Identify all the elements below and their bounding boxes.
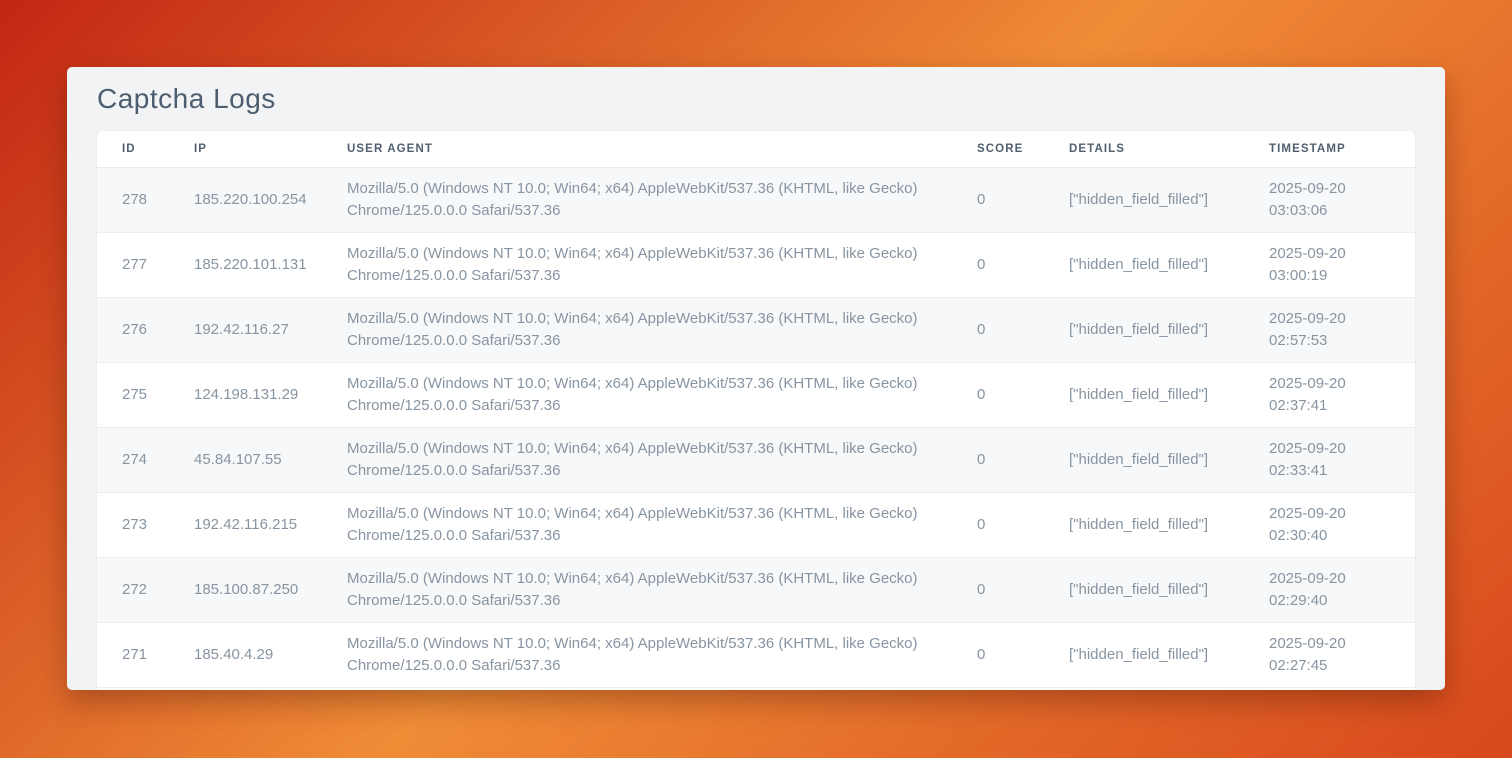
cell-timestamp: 2025-09-20 02:57:53 xyxy=(1244,297,1415,362)
cell-timestamp: 2025-09-20 02:30:40 xyxy=(1244,492,1415,557)
cell-user-agent: Mozilla/5.0 (Windows NT 10.0; Win64; x64… xyxy=(322,167,952,232)
cell-ip: 124.198.131.29 xyxy=(169,362,322,427)
cell-score: 0 xyxy=(952,557,1044,622)
cell-user-agent: Mozilla/5.0 (Windows NT 10.0; Win64; x64… xyxy=(322,362,952,427)
table-row: 273 192.42.116.215 Mozilla/5.0 (Windows … xyxy=(97,492,1415,557)
cell-id: 278 xyxy=(97,167,169,232)
page-background: { "colors": { "gradient_start": "#c22613… xyxy=(0,0,1512,758)
cell-ip: 45.84.107.55 xyxy=(169,427,322,492)
cell-ip: 185.100.87.250 xyxy=(169,557,322,622)
captcha-logs-card: Captcha Logs IDIPUSER AGENTSCOREDETAILST… xyxy=(67,67,1445,690)
table-row: 276 192.42.116.27 Mozilla/5.0 (Windows N… xyxy=(97,297,1415,362)
cell-user-agent: Mozilla/5.0 (Windows NT 10.0; Win64; x64… xyxy=(322,622,952,687)
table-row: 277 185.220.101.131 Mozilla/5.0 (Windows… xyxy=(97,232,1415,297)
cell-timestamp: 2025-09-20 02:33:41 xyxy=(1244,427,1415,492)
cell-score: 0 xyxy=(952,362,1044,427)
table-row: 274 45.84.107.55 Mozilla/5.0 (Windows NT… xyxy=(97,427,1415,492)
cell-details: ["hidden_field_filled"] xyxy=(1044,232,1244,297)
table-row: 278 185.220.100.254 Mozilla/5.0 (Windows… xyxy=(97,167,1415,232)
cell-timestamp: 2025-09-20 02:37:41 xyxy=(1244,362,1415,427)
cell-score: 0 xyxy=(952,492,1044,557)
cell-ip: 185.220.101.131 xyxy=(169,232,322,297)
cell-score: 0 xyxy=(952,167,1044,232)
column-header-id: ID xyxy=(97,131,169,167)
cell-ip: 192.42.116.27 xyxy=(169,297,322,362)
cell-details: ["hidden_field_filled"] xyxy=(1044,297,1244,362)
cell-id: 275 xyxy=(97,362,169,427)
cell-details: ["hidden_field_filled"] xyxy=(1044,492,1244,557)
cell-user-agent: Mozilla/5.0 (Windows NT 10.0; Win64; x64… xyxy=(322,557,952,622)
column-header-timestamp: TIMESTAMP xyxy=(1244,131,1415,167)
cell-timestamp: 2025-09-20 03:03:06 xyxy=(1244,167,1415,232)
table-row: 275 124.198.131.29 Mozilla/5.0 (Windows … xyxy=(97,362,1415,427)
cell-ip: 185.220.100.254 xyxy=(169,167,322,232)
card-header: Captcha Logs xyxy=(97,67,1415,131)
table-row: 271 185.40.4.29 Mozilla/5.0 (Windows NT … xyxy=(97,622,1415,687)
cell-timestamp: 2025-09-20 02:27:45 xyxy=(1244,622,1415,687)
cell-user-agent: Mozilla/5.0 (Windows NT 10.0; Win64; x64… xyxy=(322,232,952,297)
cell-details: ["hidden_field_filled"] xyxy=(1044,362,1244,427)
cell-id: 276 xyxy=(97,297,169,362)
column-header-user-agent: USER AGENT xyxy=(322,131,952,167)
cell-id: 277 xyxy=(97,232,169,297)
cell-details: ["hidden_field_filled"] xyxy=(1044,167,1244,232)
cell-ip: 192.42.116.215 xyxy=(169,492,322,557)
table-header-row: IDIPUSER AGENTSCOREDETAILSTIMESTAMP xyxy=(97,131,1415,167)
cell-id: 273 xyxy=(97,492,169,557)
cell-timestamp: 2025-09-20 02:29:40 xyxy=(1244,557,1415,622)
cell-score: 0 xyxy=(952,427,1044,492)
cell-details: ["hidden_field_filled"] xyxy=(1044,622,1244,687)
table-container: IDIPUSER AGENTSCOREDETAILSTIMESTAMP 278 … xyxy=(97,131,1415,690)
cell-score: 0 xyxy=(952,622,1044,687)
column-header-ip: IP xyxy=(169,131,322,167)
cell-id: 272 xyxy=(97,557,169,622)
cell-score: 0 xyxy=(952,232,1044,297)
page-title: Captcha Logs xyxy=(97,83,276,115)
cell-ip: 185.40.4.29 xyxy=(169,622,322,687)
captcha-logs-table: IDIPUSER AGENTSCOREDETAILSTIMESTAMP 278 … xyxy=(97,131,1415,688)
cell-details: ["hidden_field_filled"] xyxy=(1044,557,1244,622)
cell-user-agent: Mozilla/5.0 (Windows NT 10.0; Win64; x64… xyxy=(322,427,952,492)
column-header-details: DETAILS xyxy=(1044,131,1244,167)
cell-score: 0 xyxy=(952,297,1044,362)
cell-timestamp: 2025-09-20 03:00:19 xyxy=(1244,232,1415,297)
cell-details: ["hidden_field_filled"] xyxy=(1044,427,1244,492)
cell-user-agent: Mozilla/5.0 (Windows NT 10.0; Win64; x64… xyxy=(322,492,952,557)
cell-id: 271 xyxy=(97,622,169,687)
column-header-score: SCORE xyxy=(952,131,1044,167)
cell-user-agent: Mozilla/5.0 (Windows NT 10.0; Win64; x64… xyxy=(322,297,952,362)
table-row: 272 185.100.87.250 Mozilla/5.0 (Windows … xyxy=(97,557,1415,622)
cell-id: 274 xyxy=(97,427,169,492)
